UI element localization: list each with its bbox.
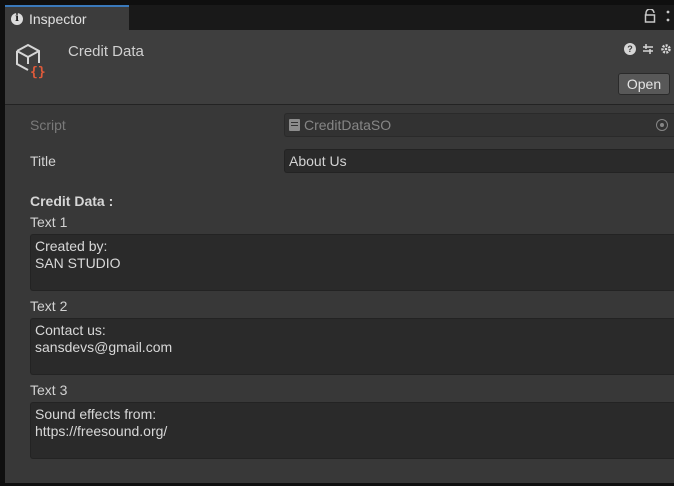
tab-label: Inspector: [29, 10, 87, 27]
open-button[interactable]: Open: [618, 73, 670, 95]
asset-title: Credit Data: [68, 43, 144, 60]
help-icon[interactable]: ?: [624, 43, 636, 55]
tab-bar: i Inspector: [5, 0, 674, 30]
title-input[interactable]: About Us: [284, 149, 674, 173]
kebab-menu-icon[interactable]: [666, 9, 670, 26]
title-label: Title: [30, 153, 56, 169]
preset-icon[interactable]: [642, 43, 654, 55]
text3-area[interactable]: Sound effects from: https://freesound.or…: [30, 402, 674, 459]
tab-controls: [644, 8, 670, 26]
info-icon: i: [11, 12, 23, 25]
scriptable-object-icon: {}: [13, 40, 47, 80]
asset-header: {} Credit Data ? Open: [5, 30, 674, 105]
script-value: CreditDataSO: [304, 117, 392, 133]
text3-label: Text 3: [30, 382, 68, 398]
object-picker-icon[interactable]: [656, 119, 668, 131]
credit-data-heading: Credit Data :: [30, 193, 114, 209]
lock-icon[interactable]: [644, 8, 656, 26]
script-file-icon: [289, 119, 300, 131]
text1-label: Text 1: [30, 214, 68, 230]
text1-area[interactable]: Created by: SAN STUDIO: [30, 234, 674, 291]
text2-label: Text 2: [30, 298, 68, 314]
script-label: Script: [30, 117, 66, 133]
header-icons: ?: [624, 43, 672, 55]
inspector-content: Script CreditDataSO Title About Us Credi…: [5, 106, 674, 483]
text2-area[interactable]: Contact us: sansdevs@gmail.com: [30, 318, 674, 375]
svg-text:{}: {}: [30, 65, 46, 80]
inspector-window: i Inspector {} Credit Data ? Open Script…: [0, 0, 674, 486]
script-field: CreditDataSO: [284, 113, 674, 137]
tab-inspector[interactable]: i Inspector: [5, 5, 129, 30]
title-row: Title About Us: [5, 149, 674, 173]
settings-icon[interactable]: [660, 43, 672, 55]
script-row: Script CreditDataSO: [5, 113, 674, 137]
